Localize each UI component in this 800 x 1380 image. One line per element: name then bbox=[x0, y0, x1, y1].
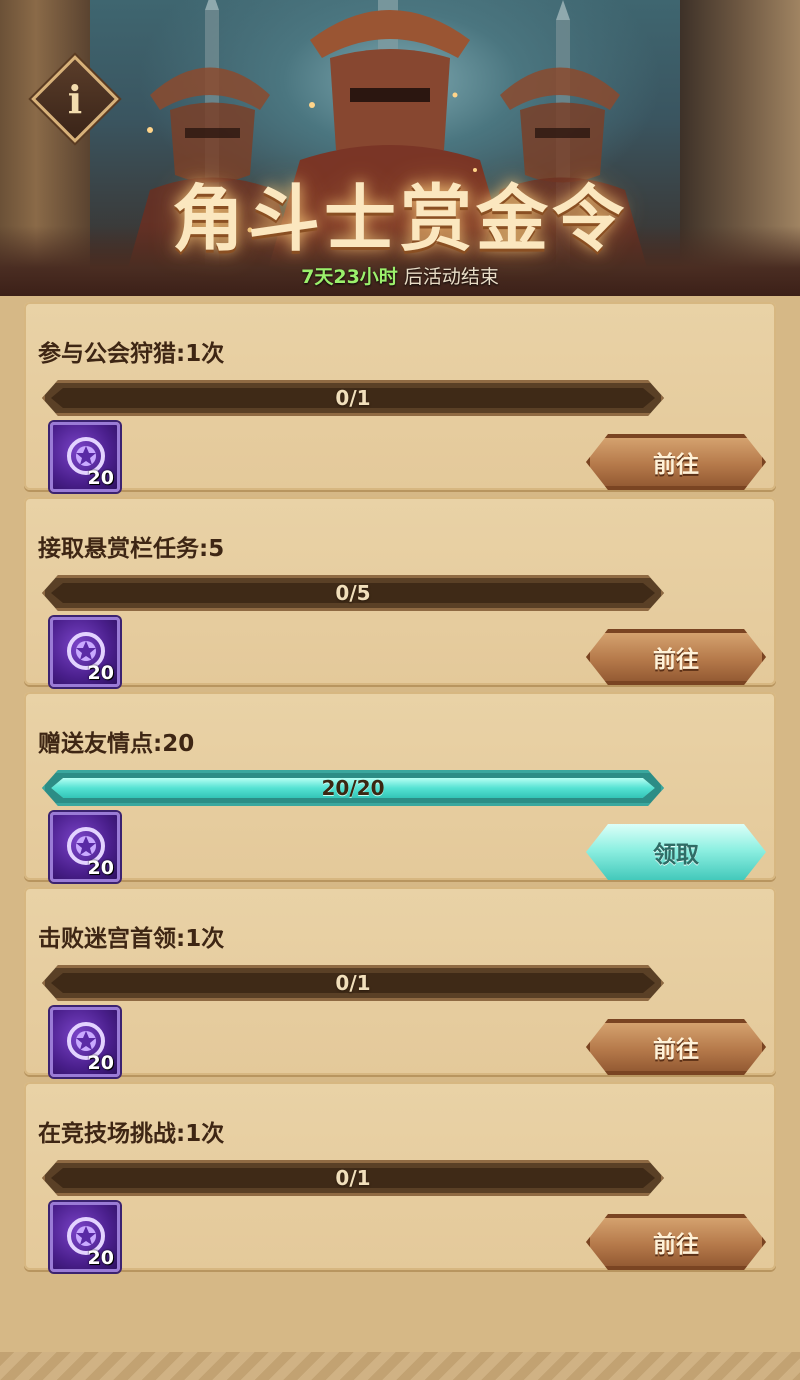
event-title: 角斗士赏金令 bbox=[171, 177, 628, 261]
reward-count: 20 bbox=[87, 1052, 114, 1074]
task-progress-bar: 0/1 bbox=[42, 1160, 664, 1196]
task-progress-text: 0/1 bbox=[335, 386, 371, 410]
task-card: 赠送友情点:20 20/20 20 领取 bbox=[24, 692, 776, 882]
task-title: 接取悬赏栏任务:5 bbox=[38, 536, 225, 562]
reward-item[interactable]: 20 bbox=[50, 812, 120, 882]
claim-button[interactable]: 领取 bbox=[586, 824, 766, 880]
reward-item[interactable]: 20 bbox=[50, 1007, 120, 1077]
task-title: 在竞技场挑战:1次 bbox=[38, 1121, 225, 1147]
task-progress-bar: 0/1 bbox=[42, 380, 664, 416]
task-title: 击败迷宫首领:1次 bbox=[38, 926, 225, 952]
task-progress-text: 0/5 bbox=[335, 581, 371, 605]
countdown-suffix: 后活动结束 bbox=[403, 266, 499, 288]
task-card: 在竞技场挑战:1次 0/1 20 前往 bbox=[24, 1082, 776, 1272]
event-countdown: 7天23小时 后活动结束 bbox=[0, 262, 800, 289]
reward-item[interactable]: 20 bbox=[50, 422, 120, 492]
go-button[interactable]: 前往 bbox=[586, 434, 766, 490]
task-card: 参与公会狩猎:1次 0/1 20 前往 bbox=[24, 302, 776, 492]
task-progress-text: 0/1 bbox=[335, 971, 371, 995]
task-progress-bar: 0/1 bbox=[42, 965, 664, 1001]
task-title: 参与公会狩猎:1次 bbox=[38, 341, 225, 367]
reward-count: 20 bbox=[87, 662, 114, 684]
panel-bottom-border bbox=[0, 1352, 800, 1380]
reward-item[interactable]: 20 bbox=[50, 617, 120, 687]
task-card: 击败迷宫首领:1次 0/1 20 前往 bbox=[24, 887, 776, 1077]
task-progress-text: 20/20 bbox=[321, 776, 385, 800]
task-title: 赠送友情点:20 bbox=[38, 731, 195, 757]
task-progress-bar: 0/5 bbox=[42, 575, 664, 611]
go-button[interactable]: 前往 bbox=[586, 1019, 766, 1075]
go-button[interactable]: 前往 bbox=[586, 629, 766, 685]
task-progress-text: 0/1 bbox=[335, 1166, 371, 1190]
bounty-event-screen: i 角斗士赏金令 7天23小时 后活动结束 参与公会狩猎:1次 0/1 20 前… bbox=[0, 0, 800, 1380]
countdown-time: 7天23小时 bbox=[301, 266, 398, 288]
go-button[interactable]: 前往 bbox=[586, 1214, 766, 1270]
task-card: 接取悬赏栏任务:5 0/5 20 前往 bbox=[24, 497, 776, 687]
reward-count: 20 bbox=[87, 857, 114, 879]
event-banner: i 角斗士赏金令 7天23小时 后活动结束 bbox=[0, 0, 800, 296]
reward-item[interactable]: 20 bbox=[50, 1202, 120, 1272]
task-progress-bar: 20/20 bbox=[42, 770, 664, 806]
reward-count: 20 bbox=[87, 467, 114, 489]
reward-count: 20 bbox=[87, 1247, 114, 1269]
